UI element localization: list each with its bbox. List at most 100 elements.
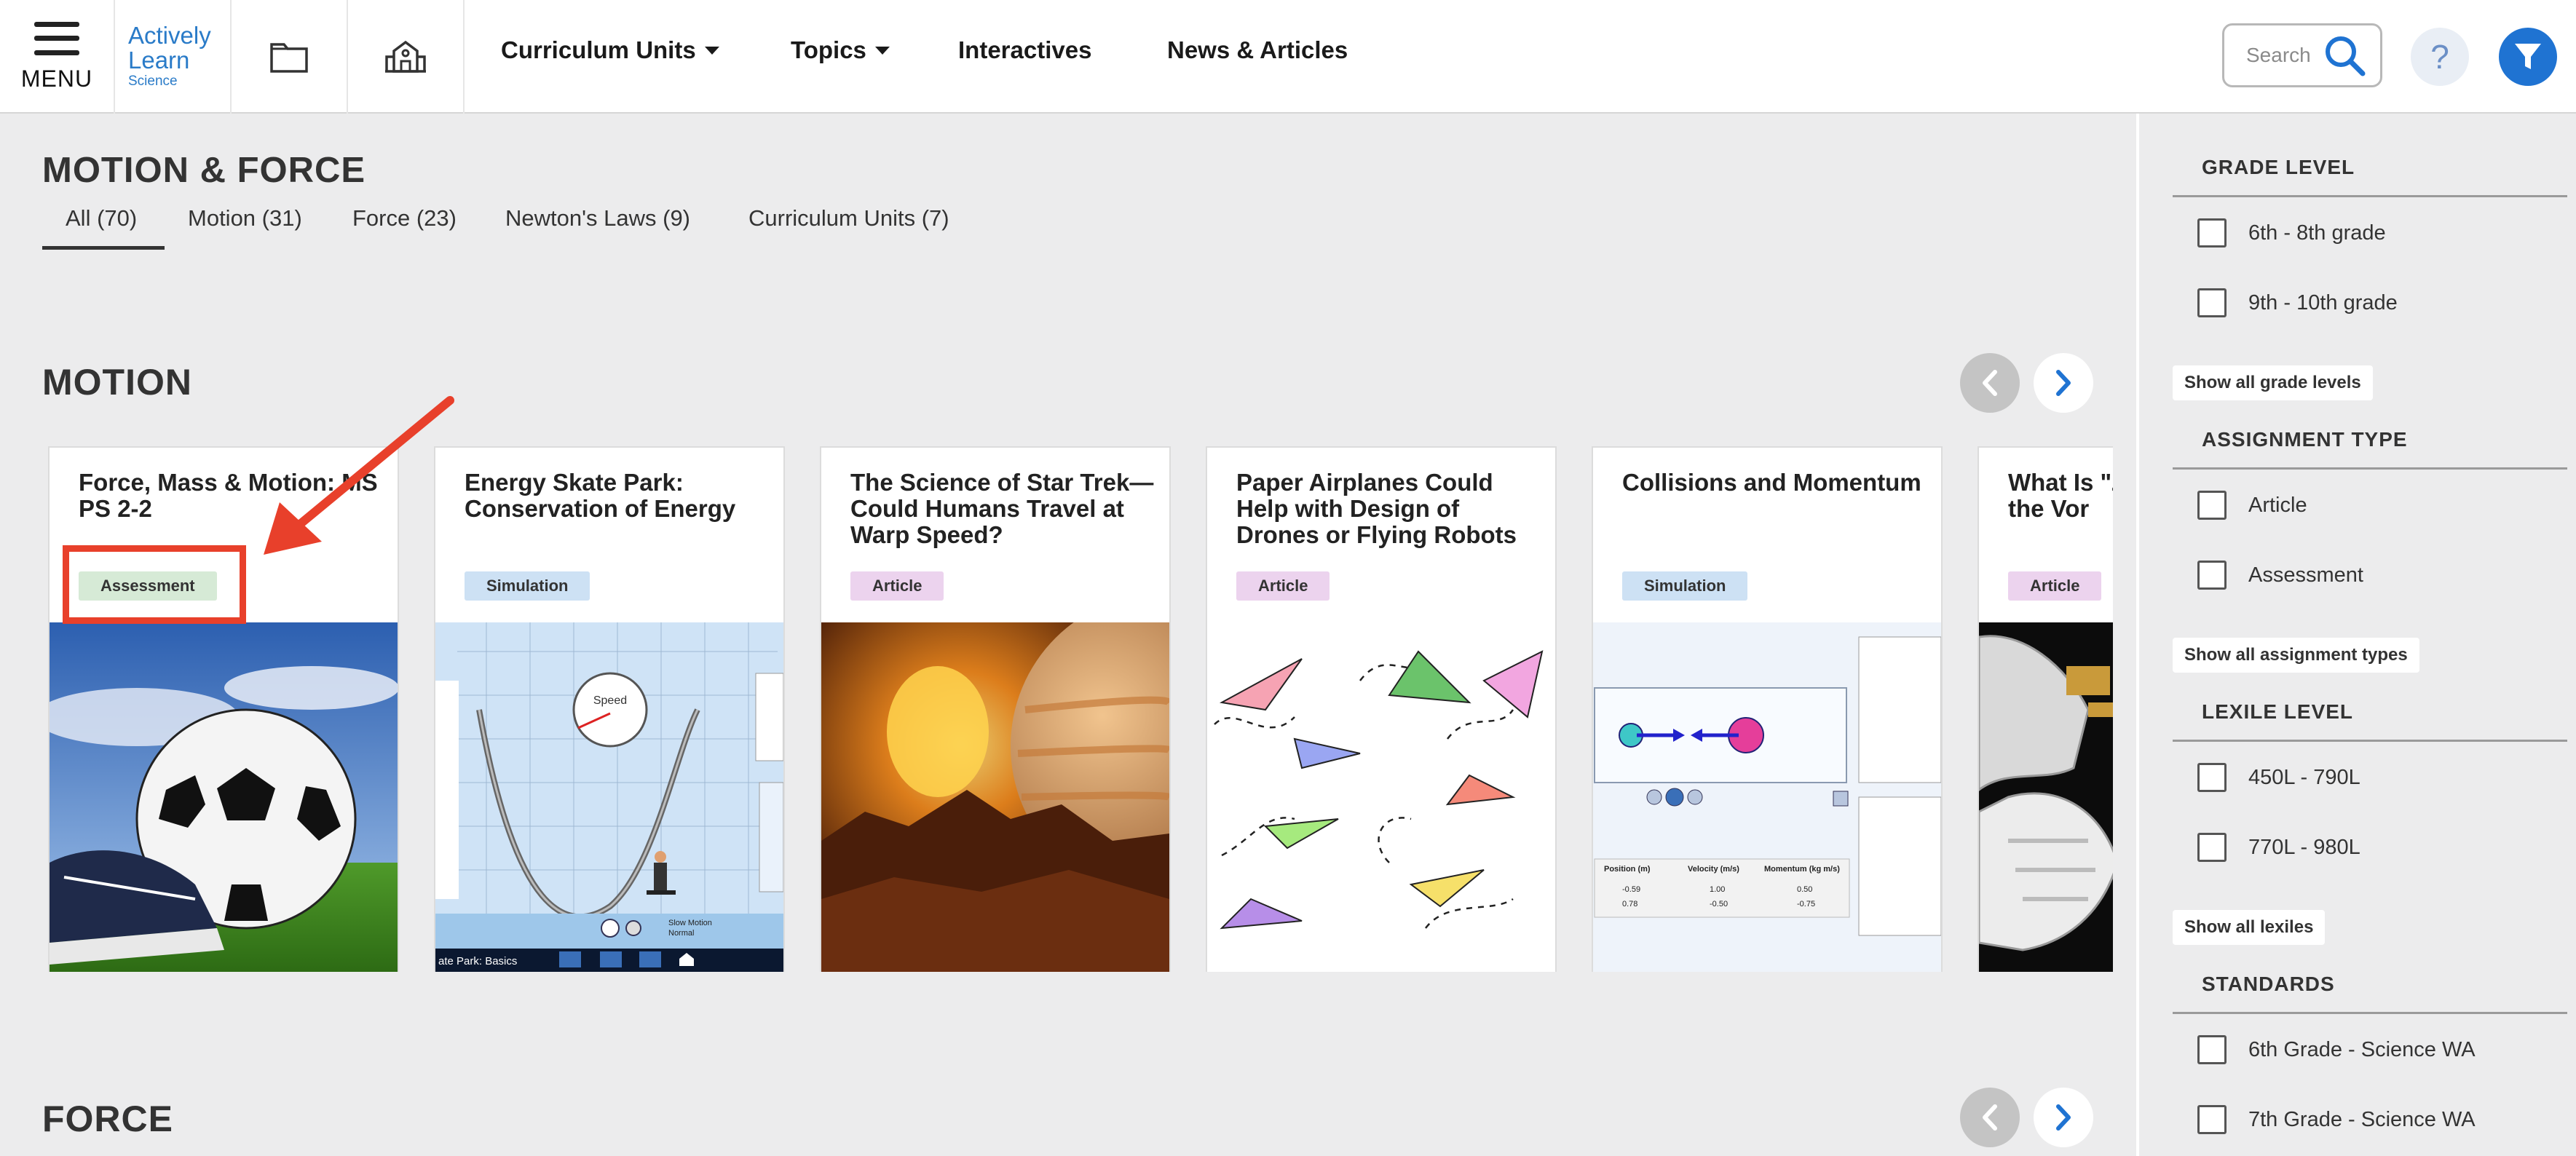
filter-option[interactable]: 9th - 10th grade — [2197, 288, 2398, 317]
checkbox[interactable] — [2197, 1105, 2227, 1134]
chevron-right-icon — [2056, 1104, 2071, 1131]
nav-interactives[interactable]: Interactives — [958, 36, 1091, 64]
divider — [2173, 467, 2567, 470]
resource-card[interactable]: Energy Skate Park: Conservation of Energ… — [434, 446, 785, 972]
filter-group-title: GRADE LEVEL — [2202, 156, 2355, 178]
search-input[interactable]: Search — [2222, 23, 2382, 87]
caret-down-icon — [704, 46, 719, 55]
nav-curriculum-units[interactable]: Curriculum Units — [501, 36, 719, 64]
tab-force[interactable]: Force (23) — [352, 205, 457, 231]
motion-prev-button[interactable] — [1960, 353, 2020, 413]
page-title: MOTION & FORCE — [42, 151, 366, 190]
annotation-arrow-icon — [264, 396, 454, 555]
tab-newtons-laws[interactable]: Newton's Laws (9) — [505, 205, 690, 231]
force-next-button[interactable] — [2034, 1088, 2093, 1147]
skate-park-simulation-thumbnail: Speed Slow Motion Normal ate Park: Basic… — [435, 622, 783, 972]
actively-learn-logo[interactable]: Actively Learn Science — [114, 0, 232, 114]
filter-sidebar: GRADE LEVEL 6th - 8th grade 9th - 10th g… — [2136, 114, 2576, 1156]
type-badge: Article — [850, 571, 944, 601]
tab-all[interactable]: All (70) — [66, 205, 137, 231]
question-mark-icon: ? — [2430, 38, 2449, 76]
section-title-force: FORCE — [42, 1098, 173, 1139]
filter-option[interactable]: 6th - 8th grade — [2197, 218, 2386, 248]
resource-card[interactable]: Paper Airplanes Could Help with Design o… — [1206, 446, 1557, 972]
help-button[interactable]: ? — [2411, 28, 2469, 86]
checkbox[interactable] — [2197, 833, 2227, 862]
motion-next-button[interactable] — [2034, 353, 2093, 413]
filter-option[interactable]: 6th Grade - Science WA — [2197, 1035, 2476, 1064]
tab-curriculum-units[interactable]: Curriculum Units (7) — [748, 205, 949, 231]
type-badge: Article — [1236, 571, 1330, 601]
school-button[interactable] — [348, 0, 465, 114]
filter-group-title: LEXILE LEVEL — [2202, 700, 2354, 723]
collision-simulation-thumbnail: Position (m) Velocity (m/s) Momentum (kg… — [1593, 622, 1941, 972]
search-placeholder: Search — [2246, 44, 2311, 66]
filter-button[interactable] — [2499, 28, 2557, 86]
paper-airplanes-thumbnail — [1207, 622, 1555, 972]
filter-option[interactable]: Article — [2197, 491, 2307, 520]
school-icon — [385, 40, 426, 73]
filter-group-title: ASSIGNMENT TYPE — [2202, 428, 2408, 451]
svg-text:Momentum (kg m/s): Momentum (kg m/s) — [1764, 865, 1840, 874]
type-badge: Simulation — [1622, 571, 1748, 601]
filter-option[interactable]: 450L - 790L — [2197, 763, 2360, 792]
svg-text:Normal: Normal — [668, 929, 694, 938]
checkbox[interactable] — [2197, 288, 2227, 317]
folder-icon — [270, 43, 308, 73]
hamburger-icon — [34, 21, 79, 55]
show-all-lexiles-button[interactable]: Show all lexiles — [2173, 910, 2326, 945]
checkbox[interactable] — [2197, 1035, 2227, 1064]
force-prev-button[interactable] — [1960, 1088, 2020, 1147]
checkbox[interactable] — [2197, 763, 2227, 792]
card-title: Paper Airplanes Could Help with Design o… — [1236, 469, 1517, 548]
search-icon[interactable] — [2322, 33, 2367, 78]
card-title: Collisions and Momentum — [1622, 469, 1921, 496]
caret-down-icon — [874, 46, 890, 55]
card-title: The Science of Star Trek—Could Humans Tr… — [850, 469, 1154, 548]
astronaut-suit-thumbnail — [1979, 622, 2113, 972]
svg-text:1.00: 1.00 — [1710, 885, 1725, 894]
type-badge: Simulation — [465, 571, 590, 601]
active-tab-indicator — [42, 246, 165, 250]
divider — [2173, 1012, 2567, 1014]
svg-text:-0.59: -0.59 — [1622, 885, 1640, 894]
checkbox[interactable] — [2197, 491, 2227, 520]
show-all-grade-levels-button[interactable]: Show all grade levels — [2173, 365, 2373, 400]
menu-button[interactable]: MENU — [0, 0, 114, 114]
filter-funnel-icon — [2515, 44, 2541, 69]
divider — [2173, 740, 2567, 742]
filter-option[interactable]: 7th Grade - Science WA — [2197, 1105, 2476, 1134]
svg-text:-0.75: -0.75 — [1797, 900, 1815, 908]
type-badge: Article — [2008, 571, 2102, 601]
svg-text:Slow Motion: Slow Motion — [668, 919, 712, 927]
chevron-right-icon — [2056, 370, 2071, 396]
speed-gauge-label: Speed — [593, 694, 627, 707]
card-title: Energy Skate Park: Conservation of Energ… — [465, 469, 736, 522]
soccer-ball-thumbnail — [50, 622, 398, 972]
checkbox[interactable] — [2197, 218, 2227, 248]
divider — [2173, 195, 2567, 197]
checkbox[interactable] — [2197, 561, 2227, 590]
filter-option[interactable]: 770L - 980L — [2197, 833, 2360, 862]
volcano-planet-thumbnail — [821, 622, 1169, 972]
library-button[interactable] — [232, 0, 348, 114]
annotation-highlight-box — [63, 545, 246, 624]
show-all-assignment-types-button[interactable]: Show all assignment types — [2173, 638, 2419, 673]
svg-text:0.78: 0.78 — [1622, 900, 1637, 908]
filter-group-title: STANDARDS — [2202, 973, 2335, 995]
resource-card[interactable]: The Science of Star Trek—Could Humans Tr… — [820, 446, 1171, 972]
svg-text:0.50: 0.50 — [1797, 885, 1812, 894]
card-title: What Is "Z That Peop in the Vor — [2008, 469, 2113, 522]
resource-card[interactable]: What Is "Z That Peop in the Vor Article — [1978, 446, 2113, 972]
menu-label: MENU — [20, 65, 93, 92]
svg-text:Velocity (m/s): Velocity (m/s) — [1688, 865, 1739, 874]
nav-topics[interactable]: Topics — [791, 36, 890, 64]
resource-card[interactable]: Collisions and Momentum Simulation Posit… — [1592, 446, 1943, 972]
chevron-left-icon — [1983, 370, 1997, 396]
tab-motion[interactable]: Motion (31) — [188, 205, 302, 231]
chevron-left-icon — [1983, 1104, 1997, 1131]
nav-news-articles[interactable]: News & Articles — [1167, 36, 1348, 64]
svg-text:-0.50: -0.50 — [1710, 900, 1728, 908]
section-title-motion: MOTION — [42, 362, 192, 403]
filter-option[interactable]: Assessment — [2197, 561, 2363, 590]
